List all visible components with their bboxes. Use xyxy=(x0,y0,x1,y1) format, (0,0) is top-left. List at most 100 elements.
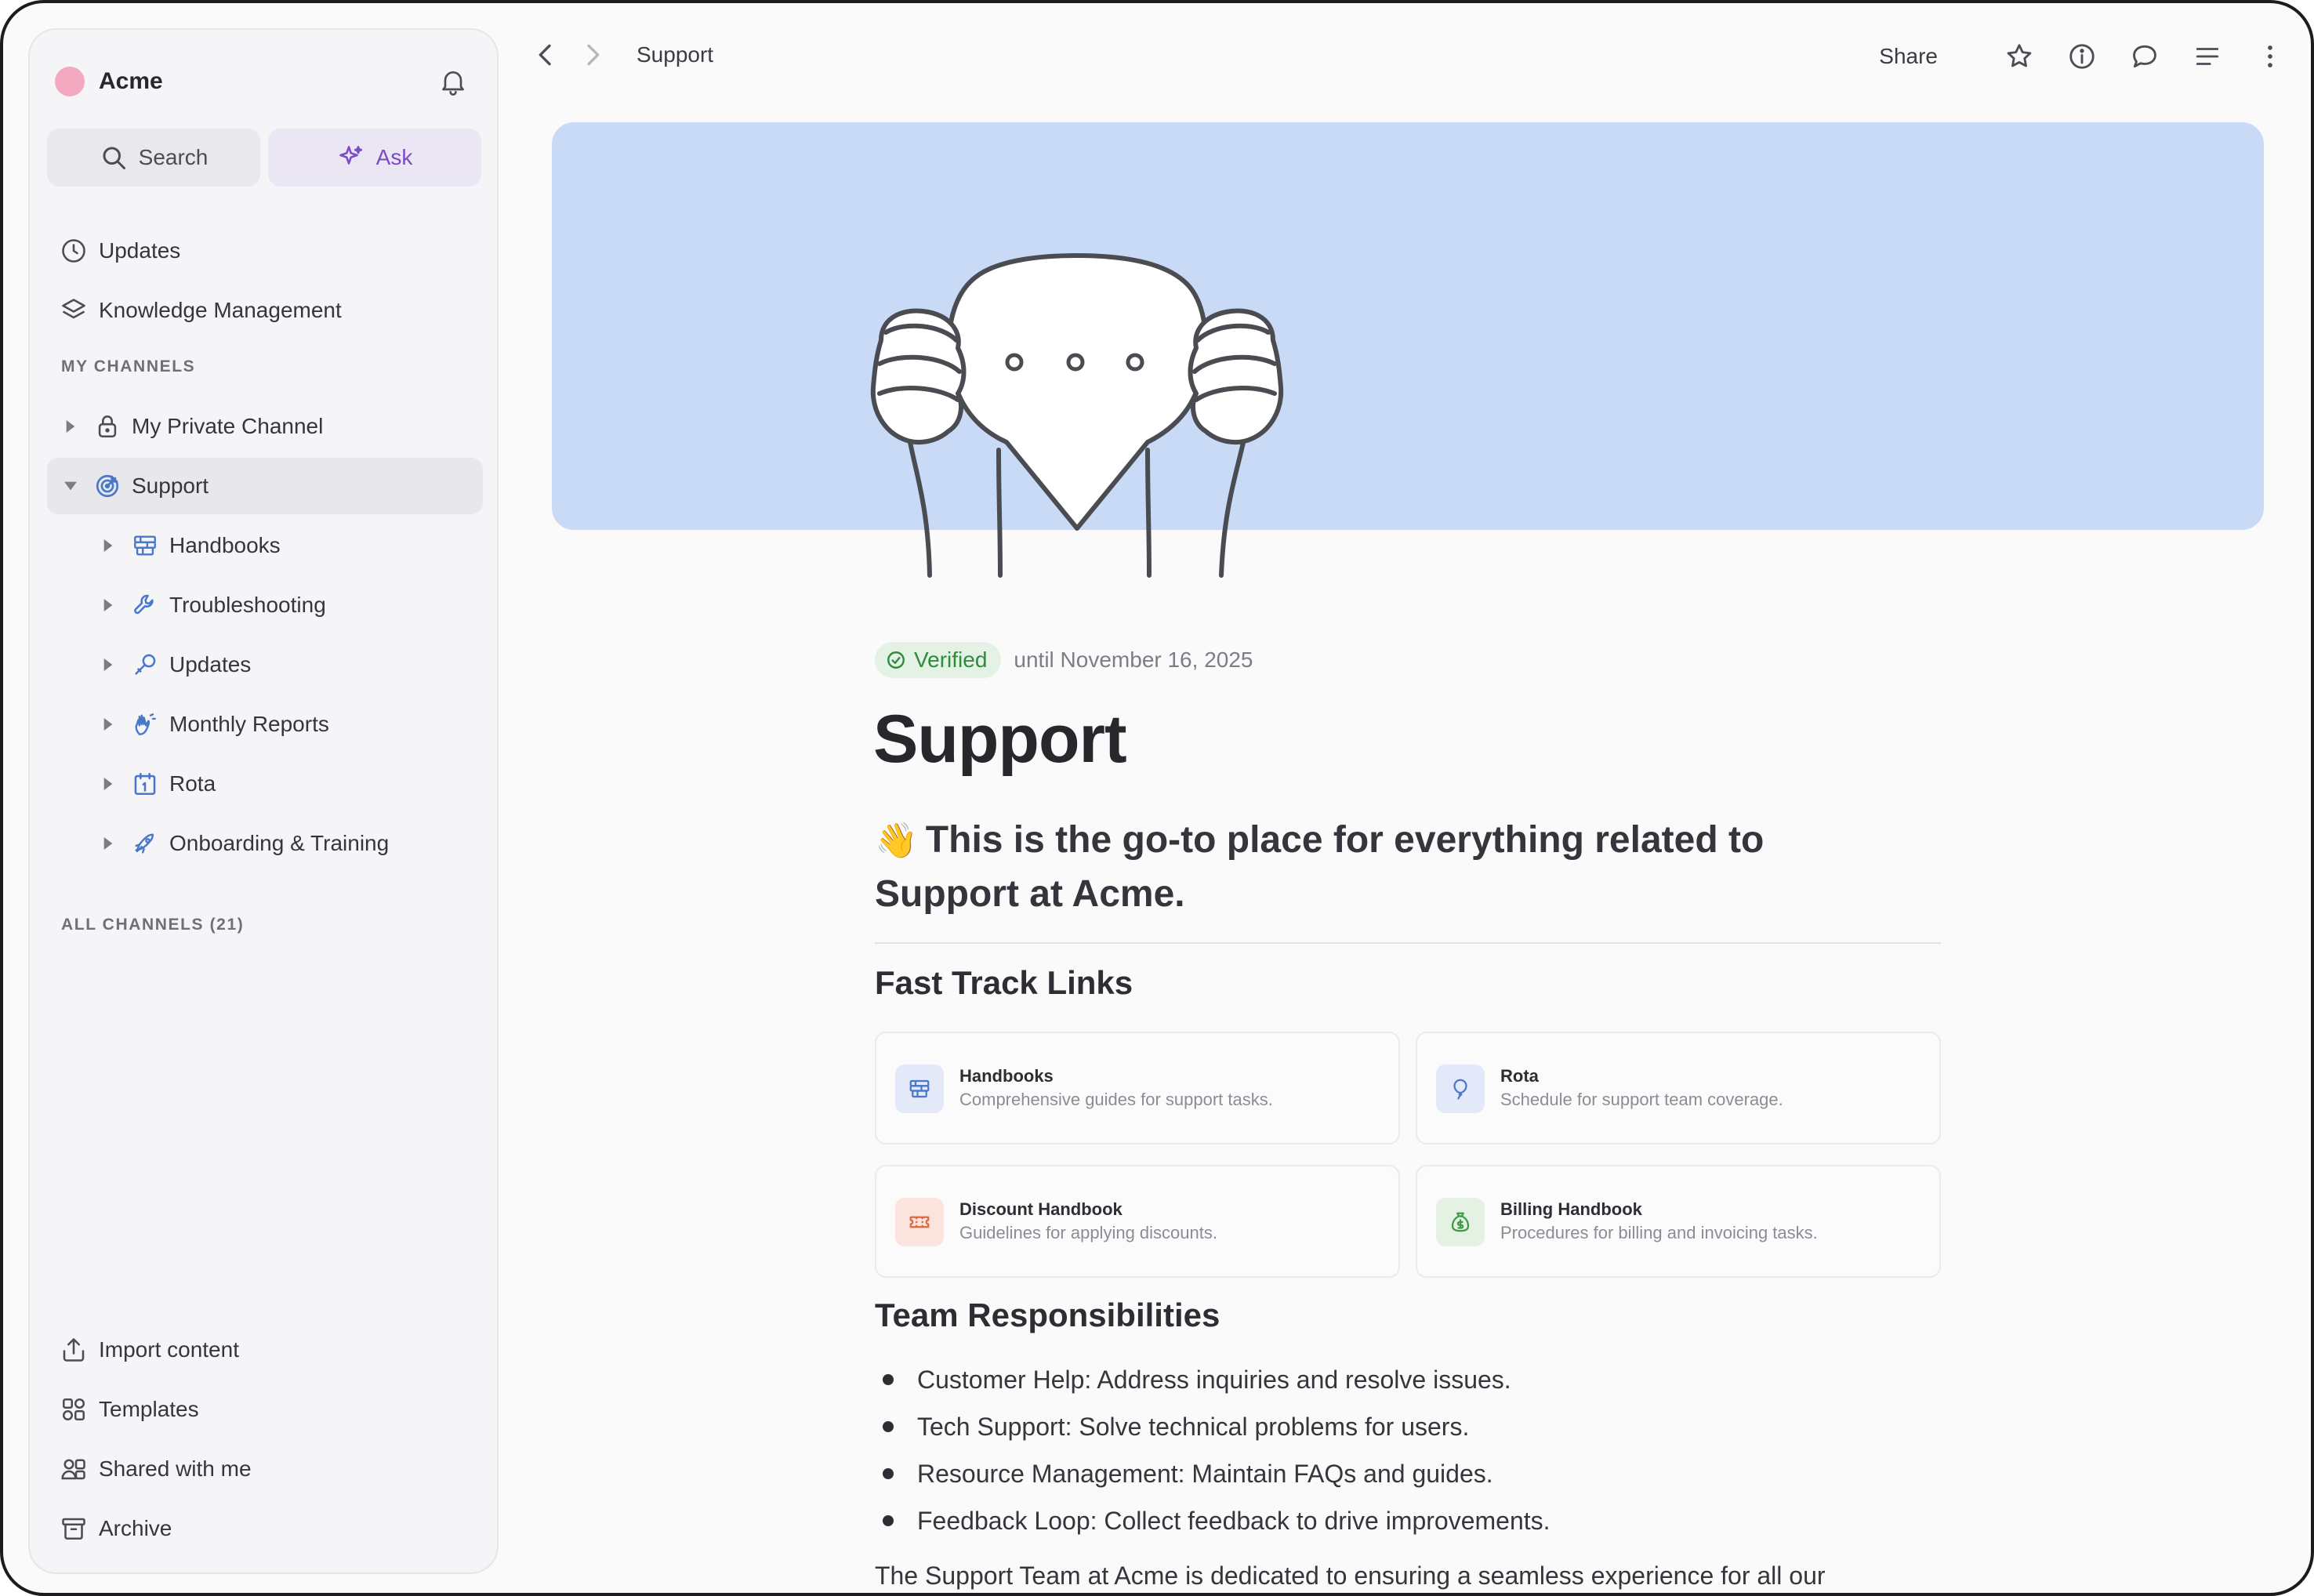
caret-right-icon[interactable] xyxy=(100,538,116,553)
waving-hand-emoji: 👋 xyxy=(875,822,918,860)
all-channels-heading[interactable]: ALL CHANNELS (21) xyxy=(61,916,244,934)
workspace-avatar xyxy=(55,67,85,96)
page-title[interactable]: Support xyxy=(873,701,1127,778)
verified-until: until November 16, 2025 xyxy=(1014,647,1253,672)
sidebar-item-import-content[interactable]: Import content xyxy=(60,1326,239,1373)
verified-badge[interactable]: Verified xyxy=(875,642,1002,678)
sidebar-item-knowledge-management[interactable]: Knowledge Management xyxy=(60,287,342,334)
wrench-icon xyxy=(134,594,154,615)
sidebar-item-archive[interactable]: Archive xyxy=(60,1505,172,1552)
search-button[interactable]: Search xyxy=(47,129,260,187)
check-circle-icon xyxy=(887,651,905,669)
bullet xyxy=(883,1374,894,1385)
card-title: Rota xyxy=(1500,1066,1539,1086)
topbar-actions: Share xyxy=(1879,31,2287,82)
sidebar-item-shared-with-me[interactable]: Shared with me xyxy=(60,1445,252,1493)
star-icon[interactable] xyxy=(2002,39,2037,74)
card-description: Guidelines for applying discounts. xyxy=(959,1223,1217,1242)
lead-text: This is the go-to place for everything r… xyxy=(875,819,1765,915)
sidebar-item-templates[interactable]: Templates xyxy=(60,1386,199,1433)
sidebar-item-label: Templates xyxy=(99,1397,199,1421)
card-description: Comprehensive guides for support tasks. xyxy=(959,1090,1273,1109)
list-item-text: Customer Help: Address inquiries and res… xyxy=(917,1365,1511,1394)
channel-handbooks[interactable]: Handbooks xyxy=(100,517,281,574)
caret-right-icon[interactable] xyxy=(63,419,78,434)
link-card-discount-handbook[interactable]: Discount Handbook Guidelines for applyin… xyxy=(875,1165,1400,1278)
caret-down-icon[interactable] xyxy=(63,478,78,494)
list-item[interactable]: Resource Management: Maintain FAQs and g… xyxy=(875,1450,1551,1497)
channel-onboarding-training[interactable]: Onboarding & Training xyxy=(100,815,389,872)
divider xyxy=(875,942,1941,944)
app-window: Acme Search Ask Updates Knowledge Manage… xyxy=(0,0,2314,1596)
fast-track-heading[interactable]: Fast Track Links xyxy=(875,964,1133,1002)
channel-support[interactable]: Support xyxy=(47,458,483,514)
caret-right-icon[interactable] xyxy=(100,716,116,732)
bullet xyxy=(883,1468,894,1479)
workspace-switcher[interactable]: Acme xyxy=(55,61,163,102)
channel-my-private-channel[interactable]: My Private Channel xyxy=(63,398,323,455)
target-icon xyxy=(96,474,119,498)
more-vertical-icon[interactable] xyxy=(2253,39,2287,74)
link-card-handbooks[interactable]: Handbooks Comprehensive guides for suppo… xyxy=(875,1032,1400,1144)
sidebar: Acme Search Ask Updates Knowledge Manage… xyxy=(28,28,499,1574)
info-icon[interactable] xyxy=(2065,39,2099,74)
caret-right-icon[interactable] xyxy=(100,657,116,673)
breadcrumb[interactable]: Support xyxy=(637,42,713,67)
share-button[interactable]: Share xyxy=(1879,44,1938,69)
list-item[interactable]: Feedback Loop: Collect feedback to drive… xyxy=(875,1497,1551,1544)
archive-icon xyxy=(62,1518,85,1540)
templates-icon xyxy=(62,1398,85,1421)
my-channels-heading: MY CHANNELS xyxy=(61,357,196,375)
channel-label: Troubleshooting xyxy=(169,593,326,617)
card-description: Schedule for support team coverage. xyxy=(1500,1090,1783,1109)
channel-troubleshooting[interactable]: Troubleshooting xyxy=(100,577,326,633)
card-title: Handbooks xyxy=(959,1066,1054,1086)
channel-label: Updates xyxy=(169,652,252,676)
bullet xyxy=(883,1421,894,1432)
ask-button[interactable]: Ask xyxy=(268,129,481,187)
moneybag-icon xyxy=(1436,1198,1485,1246)
sidebar-item-label: Updates xyxy=(99,238,181,263)
back-arrow-icon[interactable] xyxy=(530,39,561,74)
workspace-name: Acme xyxy=(99,68,163,94)
channel-rota[interactable]: Rota xyxy=(100,756,216,812)
list-item[interactable]: Tech Support: Solve technical problems f… xyxy=(875,1403,1551,1450)
channel-updates[interactable]: Updates xyxy=(100,637,251,693)
team-responsibilities-heading[interactable]: Team Responsibilities xyxy=(875,1297,1220,1334)
outline-icon[interactable] xyxy=(2190,39,2225,74)
caret-right-icon[interactable] xyxy=(100,776,116,792)
channel-label: Support xyxy=(132,473,209,498)
link-card-billing-handbook[interactable]: Billing Handbook Procedures for billing … xyxy=(1416,1165,1941,1278)
lead-heading[interactable]: 👋 This is the go-to place for everything … xyxy=(875,814,1831,921)
lock-icon xyxy=(98,415,117,438)
list-item-text: Tech Support: Solve technical problems f… xyxy=(917,1412,1470,1441)
cover-banner[interactable] xyxy=(552,122,2264,530)
hands-icon xyxy=(135,713,156,735)
rocket-icon xyxy=(135,833,154,854)
speech-bubble-illustration xyxy=(870,253,1284,578)
sparkle-icon xyxy=(339,146,362,165)
channel-monthly-reports[interactable]: Monthly Reports xyxy=(100,696,329,753)
bell-icon[interactable] xyxy=(437,66,469,97)
forward-arrow-icon[interactable] xyxy=(577,39,608,74)
search-label: Search xyxy=(138,145,209,169)
body-paragraph[interactable]: The Support Team at Acme is dedicated to… xyxy=(875,1562,1826,1591)
search-icon xyxy=(103,147,125,169)
comment-icon[interactable] xyxy=(2127,39,2162,74)
balloon-icon xyxy=(1436,1065,1485,1113)
card-title: Discount Handbook xyxy=(959,1199,1123,1219)
caret-right-icon[interactable] xyxy=(100,836,116,851)
topbar: Support Share xyxy=(520,31,2287,82)
users-icon xyxy=(61,1459,85,1480)
sidebar-item-label: Import content xyxy=(99,1337,239,1362)
list-item-text: Resource Management: Maintain FAQs and g… xyxy=(917,1459,1493,1488)
sidebar-item-updates[interactable]: Updates xyxy=(60,227,180,274)
microphone-icon xyxy=(135,654,156,675)
caret-right-icon[interactable] xyxy=(100,597,116,613)
layers-icon xyxy=(62,299,85,319)
link-card-rota[interactable]: Rota Schedule for support team coverage. xyxy=(1416,1032,1941,1144)
books-icon xyxy=(134,535,156,556)
responsibilities-list: Customer Help: Address inquiries and res… xyxy=(875,1356,1551,1544)
list-item[interactable]: Customer Help: Address inquiries and res… xyxy=(875,1356,1551,1403)
list-item-text: Feedback Loop: Collect feedback to drive… xyxy=(917,1506,1551,1535)
